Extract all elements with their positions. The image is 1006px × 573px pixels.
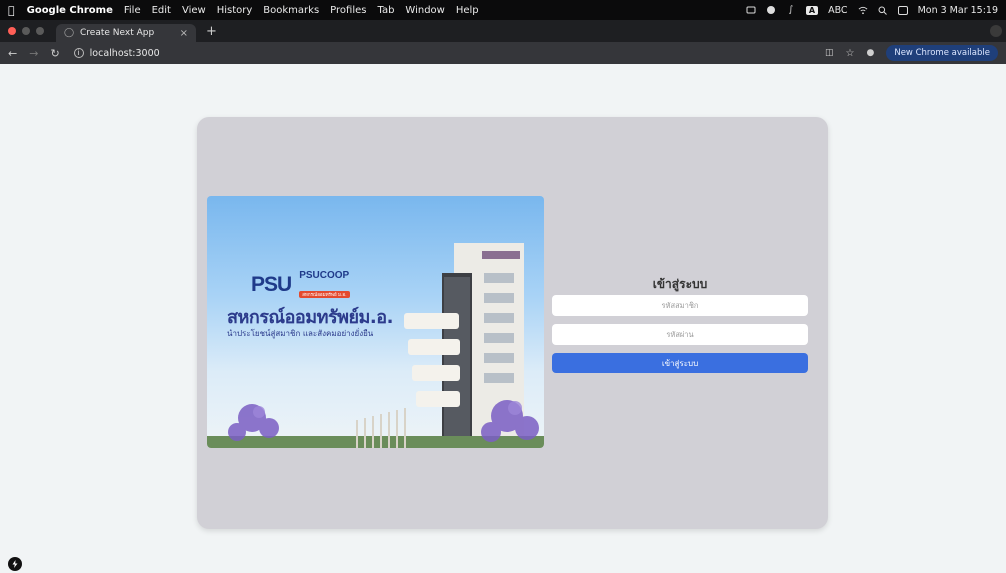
menu-edit[interactable]: Edit	[152, 5, 171, 16]
browser-tab-strip: ◯ Create Next App × +	[0, 20, 1006, 42]
password-input[interactable]	[552, 324, 808, 345]
address-bar-url[interactable]: localhost:3000	[90, 48, 160, 59]
toolbar-actions: ◫ ☆ ● New Chrome available	[825, 45, 998, 61]
menu-profiles[interactable]: Profiles	[330, 5, 366, 16]
hero-brand-logo: PSU PSUCOOP สหกรณ์ออมทรัพย์ ม.อ.	[251, 270, 350, 300]
menu-clock[interactable]: Mon 3 Mar 15:19	[918, 5, 998, 16]
input-source-badge[interactable]: A	[805, 5, 819, 15]
wifi-icon[interactable]	[858, 5, 868, 15]
back-arrow-icon[interactable]: ←	[8, 47, 17, 60]
new-tab-button[interactable]: +	[206, 24, 217, 39]
nextjs-dev-indicator-icon[interactable]	[8, 557, 22, 571]
control-center-icon[interactable]	[897, 5, 908, 15]
tab-title: Create Next App	[80, 28, 155, 38]
bookmark-star-icon[interactable]: ☆	[846, 48, 855, 59]
profile-icon[interactable]: ●	[866, 48, 874, 58]
forward-arrow-icon[interactable]: →	[29, 47, 38, 60]
apple-icon[interactable]: 	[8, 4, 15, 17]
psucoop-tagline: สหกรณ์ออมทรัพย์ ม.อ.	[299, 291, 350, 298]
menu-bookmarks[interactable]: Bookmarks	[263, 5, 319, 16]
browser-toolbar: ← → ↻ i localhost:3000 ◫ ☆ ● New Chrome …	[0, 42, 1006, 64]
menu-view[interactable]: View	[182, 5, 206, 16]
chrome-update-button[interactable]: New Chrome available	[886, 45, 998, 61]
site-info-icon[interactable]: i	[73, 48, 84, 58]
zoom-window-button[interactable]	[36, 27, 44, 35]
psu-logo-text: PSU	[251, 273, 292, 296]
member-id-input[interactable]	[552, 295, 808, 316]
hero-banner-image: PSU PSUCOOP สหกรณ์ออมทรัพย์ ม.อ. สหกรณ์อ…	[207, 196, 544, 448]
login-title: เข้าสู่ระบบ	[652, 277, 708, 291]
search-icon[interactable]	[878, 5, 888, 15]
login-button[interactable]: เข้าสู่ระบบ	[552, 353, 808, 373]
menu-help[interactable]: Help	[456, 5, 479, 16]
chat-icon[interactable]	[766, 5, 776, 15]
minimize-window-button[interactable]	[22, 27, 30, 35]
menu-tab[interactable]: Tab	[377, 5, 394, 16]
menu-file[interactable]: File	[124, 5, 141, 16]
menu-history[interactable]: History	[217, 5, 253, 16]
menu-app-name[interactable]: Google Chrome	[27, 5, 113, 16]
input-source-label: ABC	[828, 4, 848, 16]
tab-search-button[interactable]	[990, 25, 1002, 37]
hero-subtitle: นำประโยชน์สู่สมาชิก และสังคมอย่างยั่งยืน	[227, 329, 374, 338]
bluetooth-icon[interactable]: ∫	[786, 5, 796, 15]
macos-menu-bar:  Google Chrome File Edit View History B…	[0, 0, 1006, 20]
menu-window[interactable]: Window	[405, 5, 444, 16]
psucoop-name: PSUCOOP	[299, 270, 350, 281]
login-card: PSU PSUCOOP สหกรณ์ออมทรัพย์ ม.อ. สหกรณ์อ…	[197, 117, 828, 529]
jacaranda-flowers-decoration	[207, 400, 544, 448]
page-viewport: PSU PSUCOOP สหกรณ์ออมทรัพย์ ม.อ. สหกรณ์อ…	[0, 64, 1006, 573]
window-controls	[8, 27, 44, 35]
translate-icon[interactable]: ◫	[825, 48, 834, 58]
psucoop-logo: PSUCOOP สหกรณ์ออมทรัพย์ ม.อ.	[299, 270, 350, 300]
reload-icon[interactable]: ↻	[50, 47, 59, 60]
close-tab-icon[interactable]: ×	[180, 28, 188, 39]
globe-icon: ◯	[64, 28, 75, 38]
screen-share-icon[interactable]	[746, 5, 756, 15]
address-bar[interactable]: i localhost:3000	[73, 45, 160, 61]
browser-tab-active[interactable]: ◯ Create Next App ×	[56, 24, 196, 42]
close-window-button[interactable]	[8, 27, 16, 35]
status-area: ∫ A ABC Mon 3 Mar 15:19	[746, 5, 998, 16]
